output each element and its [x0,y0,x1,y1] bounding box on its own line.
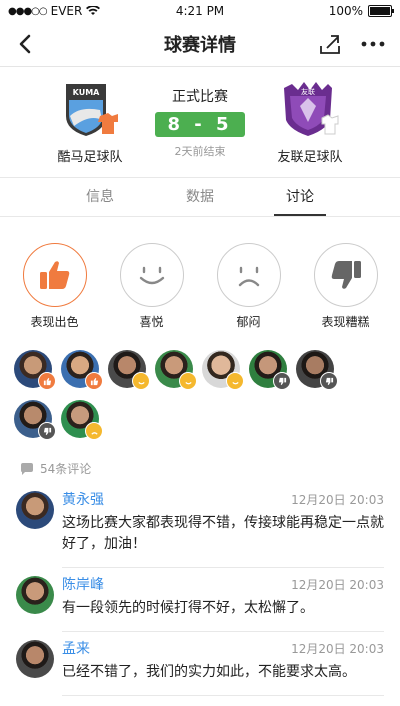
comment-item: 孟来 12月20日 20:03 已经不错了，我们的实力如此，不能要求太高。 [0,632,400,696]
thumbs-down-badge-icon [320,372,338,390]
reaction-great[interactable]: 表现出色 [10,243,100,330]
page-title: 球赛详情 [164,35,236,56]
avatar[interactable] [202,350,244,390]
tab-bar: 信息 数据 讨论 [0,178,400,217]
comment-time: 12月20日 20:03 [291,492,384,507]
tab-discussion[interactable]: 讨论 [250,178,350,216]
avatar[interactable] [61,350,103,390]
comment-list: 黄永强 12月20日 20:03 这场比赛大家都表现得不错，传接球能再稳定一点就… [0,483,400,696]
avatar[interactable] [155,350,197,390]
reaction-bad-button[interactable] [313,243,378,307]
reaction-great-label: 表现出色 [30,315,79,329]
reaction-great-button[interactable] [22,243,87,307]
reaction-upset-label: 郁闷 [236,315,261,329]
reaction-upset[interactable]: 郁闷 [204,243,294,330]
carrier-name: EVER [50,4,83,18]
comment-item: 陈岸峰 12月20日 20:03 有一段领先的时候打得不好，太松懈了。 [0,568,400,632]
avatar[interactable] [16,576,54,614]
match-center: 正式比赛 8 - 5 2天前结束 [155,86,245,159]
avatar[interactable] [61,400,103,440]
signal-icon: ●●●○○ [8,5,48,17]
thumbs-up-badge-icon [85,372,103,390]
match-type: 正式比赛 [172,88,228,105]
home-team-name: 酷马足球队 [57,149,123,165]
avatar[interactable] [16,640,54,678]
comment-item: 黄永强 12月20日 20:03 这场比赛大家都表现得不错，传接球能再稳定一点就… [0,483,400,568]
match-header: KUMA 酷马足球队 正式比赛 8 - 5 2天前结束 友联 友联足球队 [0,67,400,178]
comment-author[interactable]: 陈岸峰 [62,574,104,594]
back-chevron-icon[interactable] [14,32,38,56]
comment-text: 已经不错了，我们的实力如此，不能要求太高。 [62,664,356,680]
comment-count-text: 54条评论 [40,462,92,476]
thumbs-down-badge-icon [38,422,56,440]
away-team-logo: 友联 [280,80,340,140]
frown-badge-icon [85,422,103,440]
comment-text: 这场比赛大家都表现得不错，传接球能再稳定一点就好了，加油！ [62,515,384,552]
wifi-icon [86,6,101,15]
share-icon[interactable] [318,32,342,56]
reaction-upset-button[interactable] [216,243,281,307]
comment-text: 有一段领先的时候打得不好，太松懈了。 [62,600,314,616]
reaction-bad-label: 表现糟糕 [321,315,370,329]
comment-time: 12月20日 20:03 [291,577,384,592]
smile-badge-icon [132,372,150,390]
smile-badge-icon [179,372,197,390]
reaction-happy-label: 喜悦 [139,315,164,329]
away-team-name: 友联足球队 [277,149,343,165]
avatar[interactable] [14,350,56,390]
comment-time: 12月20日 20:03 [291,641,384,656]
thumbs-up-badge-icon [38,372,56,390]
svg-text:友联: 友联 [301,87,315,96]
status-bar: ●●●○○ EVER 4:21 PM 100% [0,0,400,22]
more-dots-icon[interactable] [360,32,386,56]
reacted-users [0,336,400,450]
nav-bar: 球赛详情 [0,22,400,67]
svg-text:KUMA: KUMA [73,88,101,97]
avatar[interactable] [296,350,338,390]
home-team[interactable]: KUMA 酷马足球队 [30,80,150,165]
tab-info[interactable]: 信息 [50,178,150,216]
avatar[interactable] [14,400,56,440]
tab-data[interactable]: 数据 [150,178,250,216]
comment-bubble-icon [21,462,33,475]
thumbs-up-icon [39,261,69,289]
reaction-happy-button[interactable] [119,243,184,307]
reaction-bad[interactable]: 表现糟糕 [301,243,391,330]
match-score: 8 - 5 [155,111,245,137]
match-time-ago: 2天前结束 [174,144,226,158]
frown-icon [238,266,259,287]
comment-count: 54条评论 [0,450,400,483]
reaction-happy[interactable]: 喜悦 [107,243,197,330]
smile-icon [139,266,164,285]
thumbs-down-badge-icon [273,372,291,390]
home-team-logo: KUMA [60,80,120,140]
comment-author[interactable]: 孟来 [62,638,90,658]
thumbs-down-icon [331,261,361,289]
smile-badge-icon [226,372,244,390]
away-team[interactable]: 友联 友联足球队 [250,80,370,165]
battery-percent: 100% [328,4,363,18]
avatar[interactable] [249,350,291,390]
comment-author[interactable]: 黄永强 [62,489,104,509]
avatar[interactable] [108,350,150,390]
avatar[interactable] [16,491,54,529]
reaction-row: 表现出色 喜悦 郁闷 表现糟糕 [0,217,400,336]
battery-icon [368,5,394,17]
